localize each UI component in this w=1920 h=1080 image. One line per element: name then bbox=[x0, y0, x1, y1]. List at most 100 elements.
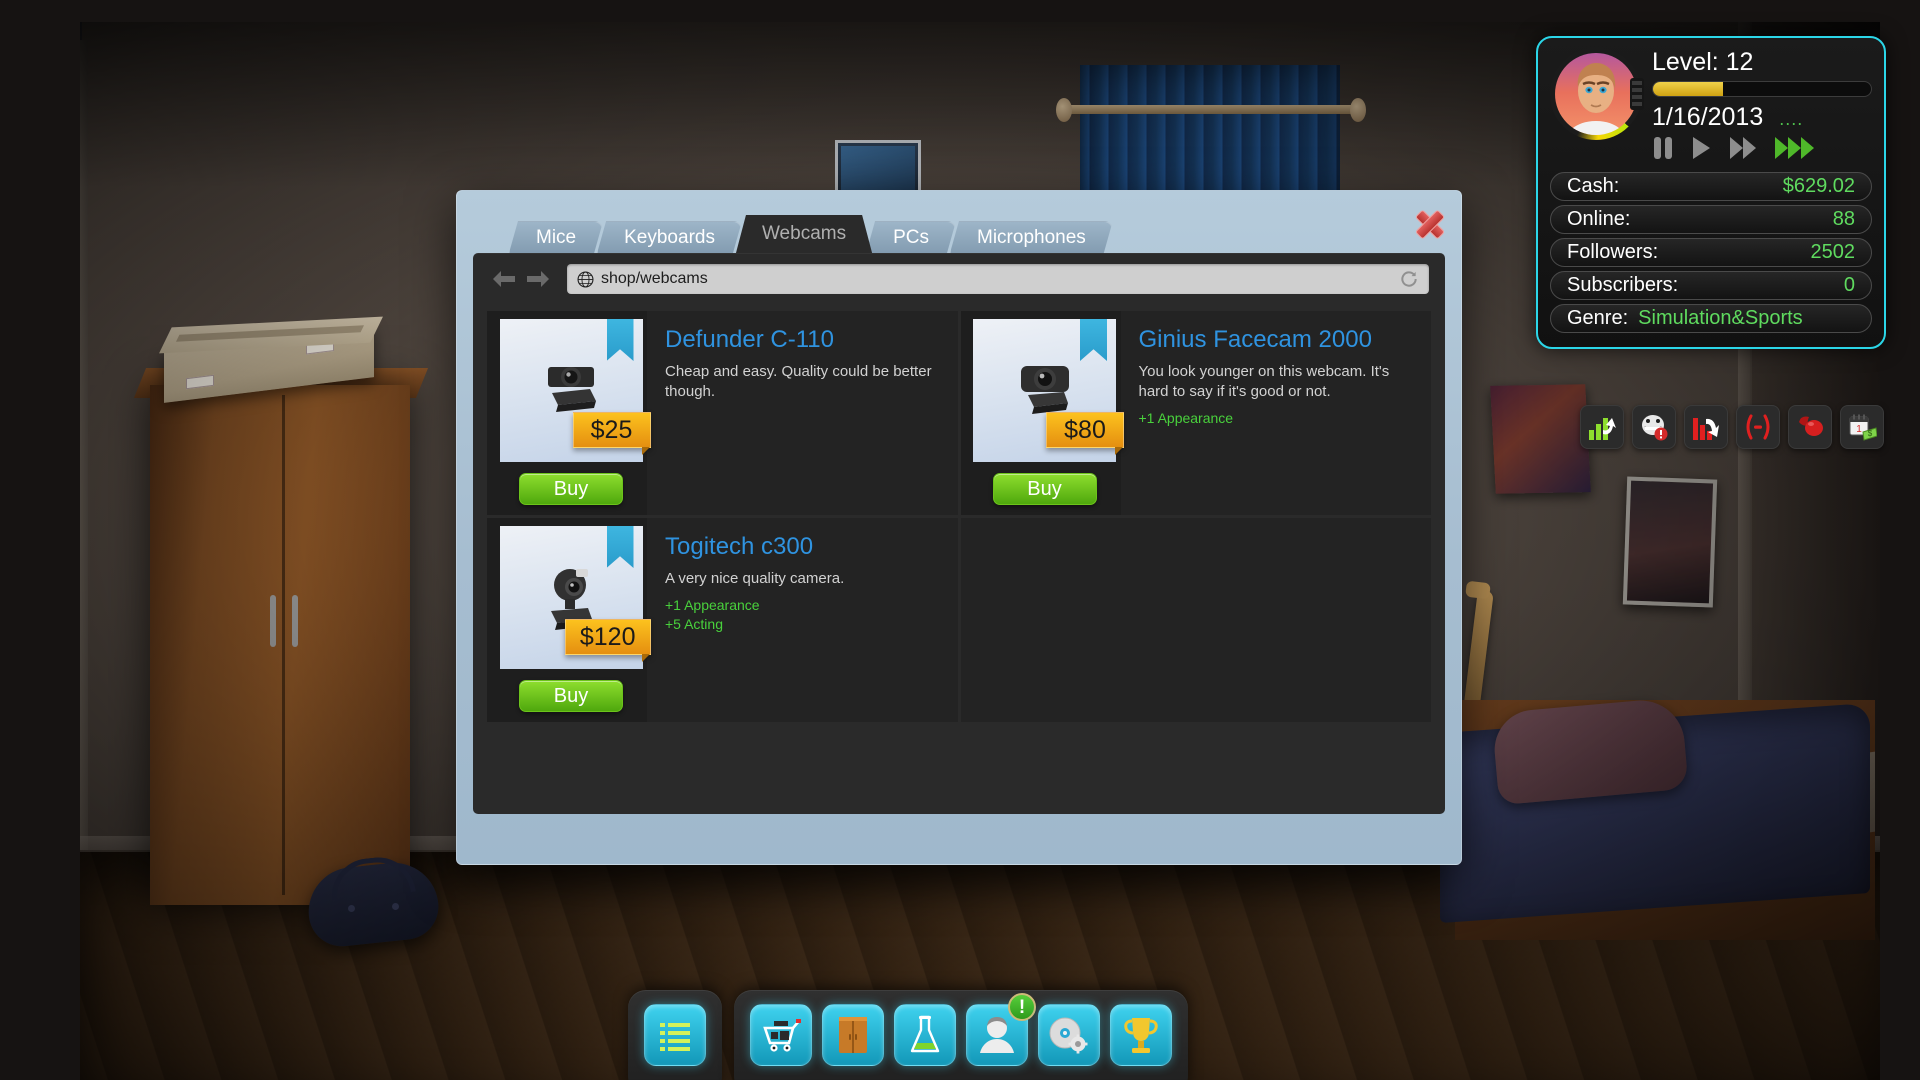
reload-icon[interactable] bbox=[1399, 269, 1419, 289]
taskbar-group-0 bbox=[628, 990, 722, 1080]
stat-value: 0 bbox=[1843, 274, 1855, 296]
price-tag: $120 bbox=[564, 619, 651, 662]
buy-button[interactable]: Buy bbox=[992, 473, 1097, 505]
wardrobe-door-gap bbox=[282, 395, 285, 895]
shop-window: Mice Keyboards Webcams PCs Microphones s… bbox=[456, 190, 1462, 865]
wardrobe-handle-right bbox=[292, 595, 298, 647]
ultra-speed-button[interactable] bbox=[1774, 135, 1816, 161]
taskbar-button-settings[interactable] bbox=[1038, 1004, 1100, 1066]
status-effect-row: 1 $ bbox=[1580, 405, 1884, 449]
tasks-list-icon bbox=[660, 1023, 690, 1051]
stat-cash: Cash: $629.02 bbox=[1550, 172, 1872, 201]
buy-button[interactable]: Buy bbox=[519, 473, 623, 505]
forward-button[interactable] bbox=[523, 264, 553, 294]
person-icon bbox=[980, 1017, 1014, 1053]
red-blob-icon[interactable] bbox=[1788, 405, 1832, 449]
buy-button[interactable]: Buy bbox=[519, 680, 623, 712]
product-description: A very nice quality camera. bbox=[665, 570, 845, 588]
url-bar[interactable]: shop/webcams bbox=[567, 264, 1429, 294]
back-arrow-icon bbox=[493, 271, 515, 287]
close-icon bbox=[1414, 208, 1444, 238]
shop-tabs: Mice Keyboards Webcams PCs Microphones bbox=[509, 217, 1107, 253]
taskbar-button-shop[interactable] bbox=[750, 1004, 812, 1066]
taskbar-button-achievements[interactable] bbox=[1110, 1004, 1172, 1066]
troll-warning-icon bbox=[1642, 415, 1668, 441]
wardrobe-handle-left bbox=[270, 595, 276, 647]
taskbar-button-skills[interactable] bbox=[894, 1004, 956, 1066]
game-screen: Mice Keyboards Webcams PCs Microphones s… bbox=[0, 0, 1920, 1080]
stat-label: Subscribers: bbox=[1567, 274, 1679, 296]
shop-tab-webcams[interactable]: Webcams bbox=[736, 215, 872, 253]
stat-genre: Genre: Simulation&Sports bbox=[1550, 304, 1872, 333]
curtain-rod bbox=[1062, 105, 1362, 114]
baseball-bat-knob bbox=[1465, 580, 1491, 600]
stat-label: Genre: bbox=[1567, 307, 1629, 329]
taskbar: ! bbox=[628, 990, 1188, 1080]
stat-followers: Followers: 2502 bbox=[1550, 238, 1872, 267]
date-row: 1/16/2013 .... bbox=[1652, 105, 1872, 130]
shop-tab-mice[interactable]: Mice bbox=[509, 221, 603, 253]
stats-up-icon bbox=[1589, 418, 1616, 440]
product-thumbnail: $120 bbox=[499, 526, 651, 669]
stats-down-icon bbox=[1693, 418, 1719, 440]
left-letterbox bbox=[0, 0, 80, 1080]
product-description: You look younger on this webcam. It's ha… bbox=[1138, 363, 1390, 401]
fast-forward-icon bbox=[1730, 137, 1756, 159]
taskbar-group-1: ! bbox=[734, 990, 1188, 1080]
close-button[interactable] bbox=[1411, 205, 1447, 241]
curtain-rod-knob-left bbox=[1056, 98, 1072, 122]
hud-top-row: Level: 12 1/16/2013 .... bbox=[1550, 48, 1872, 161]
right-letterbox bbox=[1880, 0, 1920, 1080]
product-details: Ginius Facecam 2000 You look younger on t… bbox=[1120, 311, 1431, 515]
product-media: $120 Buy bbox=[487, 518, 651, 722]
cabinet-icon bbox=[839, 1017, 867, 1053]
troll-warning-icon[interactable] bbox=[1632, 405, 1676, 449]
player-hud: Level: 12 1/16/2013 .... Cash: $629.02 O… bbox=[1536, 36, 1886, 349]
red-blob-icon bbox=[1799, 416, 1823, 436]
product-name: Ginius Facecam 2000 bbox=[1138, 326, 1372, 353]
shop-tab-pcs[interactable]: PCs bbox=[866, 221, 956, 253]
shopping-cart-icon bbox=[763, 1019, 801, 1052]
rent-due-icon: 1 $ bbox=[1849, 414, 1877, 441]
disc-gear-icon bbox=[1049, 1017, 1088, 1054]
speed-controls bbox=[1652, 135, 1872, 161]
stats-down-icon[interactable] bbox=[1684, 405, 1728, 449]
wardrobe[interactable] bbox=[150, 385, 410, 905]
shop-tab-microphones[interactable]: Microphones bbox=[950, 221, 1113, 253]
rent-due-icon[interactable]: 1 $ bbox=[1840, 405, 1884, 449]
product-perk: +5 Acting bbox=[665, 616, 723, 633]
taskbar-button-tasks[interactable] bbox=[644, 1004, 706, 1066]
play-button[interactable] bbox=[1690, 135, 1712, 161]
level-label: Level: 12 bbox=[1652, 48, 1754, 76]
shop-tab-keyboards[interactable]: Keyboards bbox=[597, 221, 742, 253]
stat-label: Cash: bbox=[1567, 175, 1620, 197]
browser-navbar: shop/webcams bbox=[473, 253, 1445, 305]
avatar[interactable] bbox=[1550, 48, 1644, 140]
notification-badge: ! bbox=[1008, 993, 1036, 1021]
stat-subscribers: Subscribers: 0 bbox=[1550, 271, 1872, 300]
negative-icon[interactable] bbox=[1736, 405, 1780, 449]
hud-info: Level: 12 1/16/2013 .... bbox=[1652, 48, 1872, 161]
product-thumbnail: $80 bbox=[973, 319, 1124, 462]
product-details: Defunder C-110 Cheap and easy. Quality co… bbox=[647, 311, 958, 515]
xp-bar-fill bbox=[1653, 82, 1723, 96]
fast-forward-button[interactable] bbox=[1728, 135, 1758, 161]
taskbar-button-character[interactable]: ! bbox=[966, 993, 1036, 1066]
product-perk: +1 Appearance bbox=[1138, 410, 1234, 427]
taskbar-button-inventory[interactable] bbox=[822, 1004, 884, 1066]
stat-value: Simulation&Sports bbox=[1638, 307, 1803, 329]
price-tag: $25 bbox=[572, 412, 651, 455]
level-badge bbox=[1630, 78, 1644, 110]
product-description: Cheap and easy. Quality could be better … bbox=[665, 363, 932, 401]
price-tag: $80 bbox=[1046, 412, 1124, 455]
poster-music bbox=[1490, 384, 1591, 494]
product-card: $25 Buy Defunder C-110 Cheap and easy. Qual… bbox=[487, 311, 958, 515]
product-media: $80 Buy bbox=[960, 311, 1124, 515]
stats-up-icon[interactable] bbox=[1580, 405, 1624, 449]
back-button[interactable] bbox=[489, 264, 519, 294]
backpack-stud-left bbox=[348, 905, 355, 912]
pause-button[interactable] bbox=[1652, 135, 1674, 161]
xp-bar bbox=[1652, 81, 1872, 97]
svg-text:$: $ bbox=[1868, 429, 1873, 438]
product-card: $120 Buy Togitech c300 A very nice quality … bbox=[487, 518, 958, 722]
